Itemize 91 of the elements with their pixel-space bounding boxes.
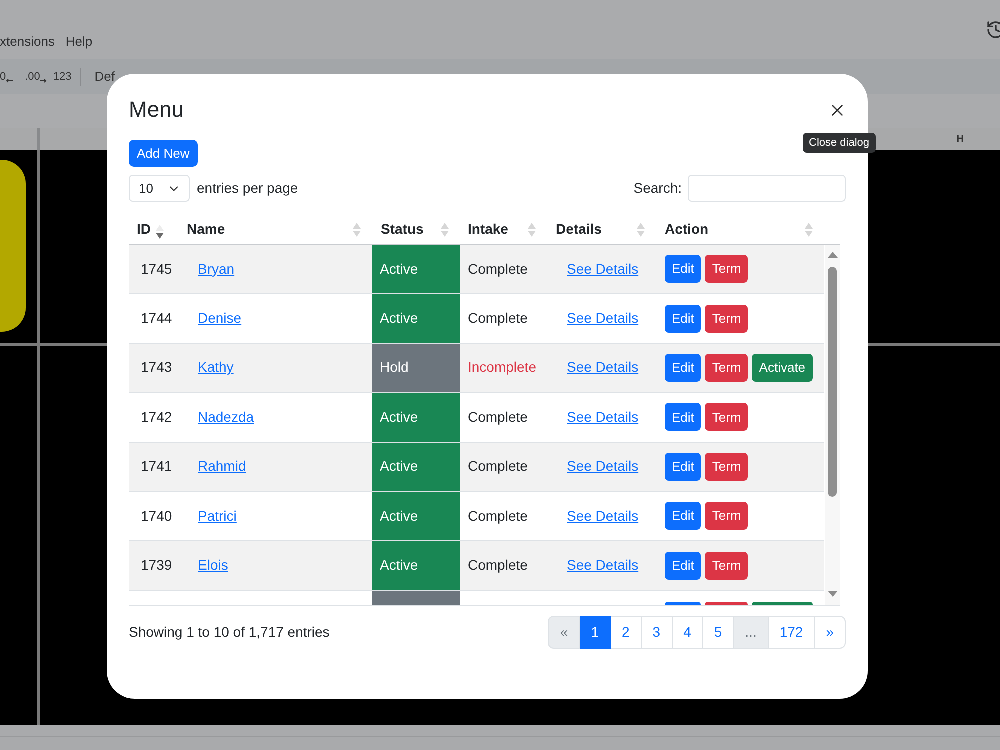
decimal-button[interactable]: .00 [25,70,48,84]
table-cell-text: 1740 [141,506,172,526]
name-link[interactable]: Bryan [198,258,235,280]
details-link[interactable]: See Details [567,456,639,478]
page-link[interactable]: 4 [672,616,704,649]
name-link[interactable]: Elois [198,555,228,576]
page-link[interactable]: 5 [703,616,734,649]
name-link[interactable]: Rahmid [198,456,246,478]
status-cell: Active [372,294,460,343]
details-link[interactable]: See Details [567,406,639,428]
term-button[interactable]: Term [705,255,748,284]
table-cell-text: Complete [468,457,528,476]
details-link[interactable]: See Details [567,506,639,527]
edit-button[interactable]: Edit [665,502,702,530]
column-heading: ID [137,220,151,239]
sort-icon[interactable] [156,225,164,239]
term-button[interactable]: Term [705,552,748,580]
column-heading: Intake [468,220,508,239]
status-cell: Hold [372,344,460,392]
status-cell: Active [372,393,460,442]
table-cell-text: 1745 [141,260,172,279]
activate-button[interactable] [752,602,813,605]
table-cell-text: Incomplete [468,358,536,378]
history-icon[interactable] [986,20,1000,40]
details-link[interactable]: See Details [567,357,639,378]
dialog-title: Menu [129,96,184,124]
term-button[interactable]: Term [705,403,748,432]
table-cell-text: 1742 [141,408,172,427]
menu-item[interactable]: xtensions [0,32,55,51]
edit-button[interactable]: Edit [665,304,702,333]
edit-button[interactable]: Edit [665,403,702,432]
column-heading: Action [665,220,709,239]
scroll-up-icon[interactable] [828,252,838,258]
column-header: H [956,132,964,146]
table-cell-text: 1739 [141,556,172,576]
details-link[interactable]: See Details [567,258,639,280]
table-cell-text: 1741 [141,457,172,476]
page-link[interactable]: 2 [610,616,642,649]
sheet-cell[interactable] [0,346,37,725]
table-cell-text: Complete [468,309,528,328]
term-button[interactable]: Term [705,452,748,481]
term-button[interactable]: Term [705,354,748,382]
page-link[interactable]: 172 [768,616,816,649]
scrollbar-thumb[interactable] [828,267,837,497]
term-button[interactable]: Term [705,502,748,530]
term-button[interactable]: Term [705,304,748,333]
menu-item[interactable]: Help [66,32,93,51]
edit-button[interactable]: Edit [665,255,702,284]
sheet-cell[interactable] [0,150,37,343]
column-heading: Details [556,220,602,239]
search-label: Search: [634,179,682,198]
status-cell: Active [372,492,460,540]
column-heading: Name [187,220,226,239]
tooltip: Close dialog [803,133,876,153]
search-field[interactable] [688,175,846,202]
scrollbar-track[interactable] [825,245,840,605]
add-new-button[interactable]: Add New [129,140,198,167]
table-cell-text: Complete [468,506,528,526]
page-size-select[interactable]: 10 [129,175,190,202]
edit-button[interactable]: Edit [665,452,702,481]
name-link[interactable]: Patrici [198,506,237,527]
page-size-label: entries per page [197,179,298,198]
column-heading: Status [381,220,424,239]
table-cell-text: 1743 [141,358,172,378]
status-cell: Active [372,442,460,491]
activate-button[interactable]: Activate [752,354,813,382]
details-link[interactable]: See Details [567,555,639,576]
status-cell: Active [372,245,460,294]
table-cell-text: Complete [468,260,528,279]
name-link[interactable]: Nadezda [198,406,254,428]
name-link[interactable]: Kathy [198,357,234,378]
edit-button[interactable]: Edit [665,552,702,580]
term-button[interactable] [705,602,748,605]
table-cell-text: Complete [468,556,528,576]
page-link[interactable]: 3 [642,616,673,649]
arrow-right-icon [40,78,48,82]
name-link[interactable]: Denise [198,308,242,330]
font-select[interactable]: Def [94,70,116,84]
edit-button[interactable]: Edit [665,354,702,382]
decimal-button[interactable]: 0 [0,70,14,84]
status-cell: Active [372,541,460,590]
table-cell-text: 1744 [141,309,172,328]
page-link[interactable]: » [815,616,846,649]
arrow-left-icon [6,78,14,82]
table-cell-text: Complete [468,408,528,427]
page-link[interactable]: 1 [580,616,611,649]
edit-button[interactable] [665,602,701,605]
details-link[interactable]: See Details [567,308,639,330]
entries-info: Showing 1 to 10 of 1,717 entries [129,623,330,642]
scroll-down-icon[interactable] [828,591,838,597]
format-button[interactable]: 123 [53,70,72,84]
